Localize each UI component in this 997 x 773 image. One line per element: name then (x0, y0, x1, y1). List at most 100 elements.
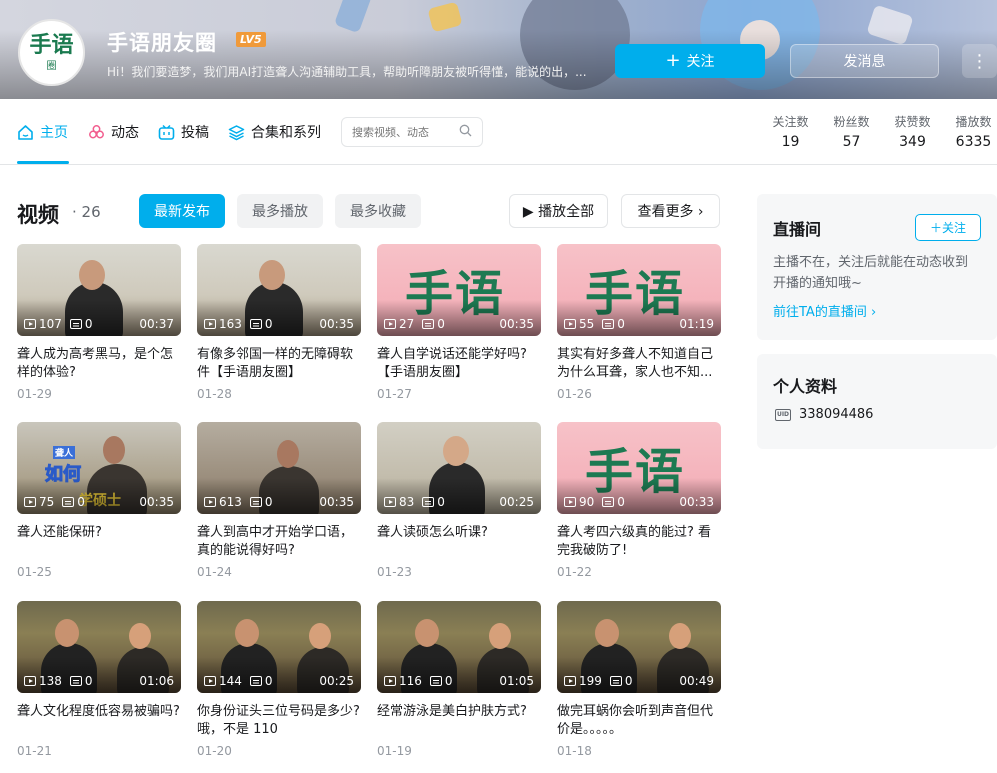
video-thumbnail[interactable]: 手语 90 0 00:33 (557, 422, 721, 514)
play-count-icon (204, 319, 216, 329)
video-thumbnail[interactable]: 613 0 00:35 (197, 422, 361, 514)
thumbnail-person-head (103, 436, 125, 464)
search-icon[interactable] (459, 124, 472, 140)
video-thumbnail[interactable]: 聋人 如何 学硕士 75 0 00:35 (17, 422, 181, 514)
play-all-button[interactable]: ▶ 播放全部 (509, 194, 608, 228)
danmaku-count: 0 (69, 674, 93, 688)
play-count: 163 (204, 317, 242, 331)
video-thumbnail[interactable]: 手语 27 0 00:35 (377, 244, 541, 336)
play-count-icon (384, 319, 396, 329)
video-title[interactable]: 做完耳蜗你会听到声音但代价是。。。。。 (557, 703, 721, 739)
danmaku-count-value: 0 (84, 317, 93, 331)
stat-following[interactable]: 关注数 19 (760, 113, 821, 150)
videos-count: · 26 (72, 203, 101, 221)
tab-home[interactable]: 主页 (17, 122, 68, 142)
play-count: 55 (564, 317, 594, 331)
video-stats-bar: 138 0 01:06 (24, 674, 174, 688)
search-input[interactable] (352, 125, 457, 139)
video-card[interactable]: 199 0 00:49 做完耳蜗你会听到声音但代价是。。。。。 01-18 (557, 601, 721, 771)
video-thumbnail[interactable]: 138 0 01:06 (17, 601, 181, 693)
play-count-value: 163 (219, 317, 242, 331)
avatar[interactable]: 手语 圈 (18, 19, 85, 86)
play-count-icon (24, 497, 36, 507)
video-title[interactable]: 聋人到高中才开始学口语，真的能说得好吗? (197, 524, 361, 560)
danmaku-count: 0 (69, 317, 93, 331)
video-title[interactable]: 你身份证头三位号码是多少? 哦，不是 110 (197, 703, 361, 739)
video-card[interactable]: 116 0 01:05 经常游泳是美白护肤方式? 01-19 (377, 601, 541, 771)
video-date: 01-28 (197, 387, 232, 401)
stat-followers[interactable]: 粉丝数 57 (821, 113, 882, 150)
danmaku-count-value: 0 (77, 495, 85, 509)
video-thumbnail[interactable]: 144 0 00:25 (197, 601, 361, 693)
video-card[interactable]: 聋人 如何 学硕士 75 0 00:35 聋人还能保研? 01-25 (17, 422, 181, 592)
video-thumbnail[interactable]: 116 0 01:05 (377, 601, 541, 693)
videos-title: 视频 (17, 203, 59, 227)
sort-latest-button[interactable]: 最新发布 (139, 194, 225, 228)
more-options-button[interactable]: ⋮ (962, 44, 997, 78)
video-title[interactable]: 聋人还能保研? (17, 524, 181, 560)
video-thumbnail[interactable]: 手语 55 0 01:19 (557, 244, 721, 336)
message-button[interactable]: 发消息 (790, 44, 939, 78)
sort-most-favorited-button[interactable]: 最多收藏 (335, 194, 421, 228)
username: 手语朋友圈 (107, 31, 217, 55)
profile-info-title: 个人资料 (773, 377, 838, 396)
video-card[interactable]: 手语 27 0 00:35 聋人自学说话还能学好吗?【手语朋友圈】 01-27 (377, 244, 541, 414)
video-thumbnail[interactable]: 163 0 00:35 (197, 244, 361, 336)
video-card[interactable]: 手语 90 0 00:33 聋人考四六级真的能过? 看完我破防了! 01-22 (557, 422, 721, 592)
video-title[interactable]: 聋人文化程度低容易被骗吗? (17, 703, 181, 739)
video-stats-bar: 144 0 00:25 (204, 674, 354, 688)
video-duration: 00:25 (499, 495, 534, 509)
video-thumbnail[interactable]: 199 0 00:49 (557, 601, 721, 693)
video-title[interactable]: 聋人考四六级真的能过? 看完我破防了! (557, 524, 721, 560)
danmaku-count: 0 (429, 674, 453, 688)
thumbnail-person-head (55, 619, 79, 647)
video-duration: 01:19 (679, 317, 714, 331)
search-box (341, 117, 483, 147)
video-title[interactable]: 聋人成为高考黑马，是个怎样的体验? (17, 346, 181, 382)
video-title[interactable]: 其实有好多聋人不知道自己为什么耳聋，家人也不知... (557, 346, 721, 382)
stat-label: 播放数 (955, 115, 992, 129)
video-title[interactable]: 经常游泳是美白护肤方式? (377, 703, 541, 739)
video-thumbnail[interactable]: 83 0 00:25 (377, 422, 541, 514)
video-stats-bar: 116 0 01:05 (384, 674, 534, 688)
video-title[interactable]: 聋人读硕怎么听课? (377, 524, 541, 560)
video-duration: 00:35 (319, 317, 354, 331)
video-stats-bar: 163 0 00:35 (204, 317, 354, 331)
see-more-button[interactable]: 查看更多 › (621, 194, 720, 228)
tab-uploads[interactable]: 投稿 (158, 122, 209, 142)
danmaku-icon (69, 676, 82, 686)
danmaku-count-value: 0 (264, 317, 273, 331)
thumbnail-person-head (415, 619, 439, 647)
play-count-icon (564, 676, 576, 686)
video-card[interactable]: 613 0 00:35 聋人到高中才开始学口语，真的能说得好吗? 01-24 (197, 422, 361, 592)
video-card[interactable]: 107 0 00:37 聋人成为高考黑马，是个怎样的体验? 01-29 (17, 244, 181, 414)
go-live-room-link[interactable]: 前往TA的直播间 › (773, 301, 876, 320)
tab-dynamic[interactable]: 动态 (88, 122, 139, 142)
danmaku-count-value: 0 (437, 317, 445, 331)
danmaku-count-value: 0 (624, 674, 633, 688)
video-date: 01-18 (557, 744, 592, 758)
danmaku-icon (249, 497, 262, 507)
play-count-value: 107 (39, 317, 62, 331)
video-card[interactable]: 手语 55 0 01:19 其实有好多聋人不知道自己为什么耳聋，家人也不知...… (557, 244, 721, 414)
danmaku-count-value: 0 (84, 674, 93, 688)
live-follow-button[interactable]: ＋关注 (915, 214, 981, 241)
play-count-value: 138 (39, 674, 62, 688)
uid-value: 338094486 (799, 407, 874, 422)
thumbnail-person-head (235, 619, 259, 647)
sort-most-played-button[interactable]: 最多播放 (237, 194, 323, 228)
profile-nav: 主页 动态 投稿 合集和系列 关注数 19 粉丝数 57 获赞数 349 播放数 633… (0, 99, 997, 165)
video-card[interactable]: 83 0 00:25 聋人读硕怎么听课? 01-23 (377, 422, 541, 592)
video-thumbnail[interactable]: 107 0 00:37 (17, 244, 181, 336)
video-card[interactable]: 138 0 01:06 聋人文化程度低容易被骗吗? 01-21 (17, 601, 181, 771)
danmaku-count: 0 (422, 495, 445, 509)
danmaku-count-value: 0 (617, 495, 625, 509)
follow-button[interactable]: + 关注 (615, 44, 765, 78)
pinwheel-icon (88, 124, 105, 141)
video-title[interactable]: 聋人自学说话还能学好吗?【手语朋友圈】 (377, 346, 541, 382)
thumbnail-caption-small: 聋人 (53, 446, 76, 459)
video-card[interactable]: 163 0 00:35 有像多邻国一样的无障碍软件【手语朋友圈】 01-28 (197, 244, 361, 414)
video-title[interactable]: 有像多邻国一样的无障碍软件【手语朋友圈】 (197, 346, 361, 382)
tab-collections[interactable]: 合集和系列 (228, 122, 321, 142)
video-card[interactable]: 144 0 00:25 你身份证头三位号码是多少? 哦，不是 110 01-20 (197, 601, 361, 771)
